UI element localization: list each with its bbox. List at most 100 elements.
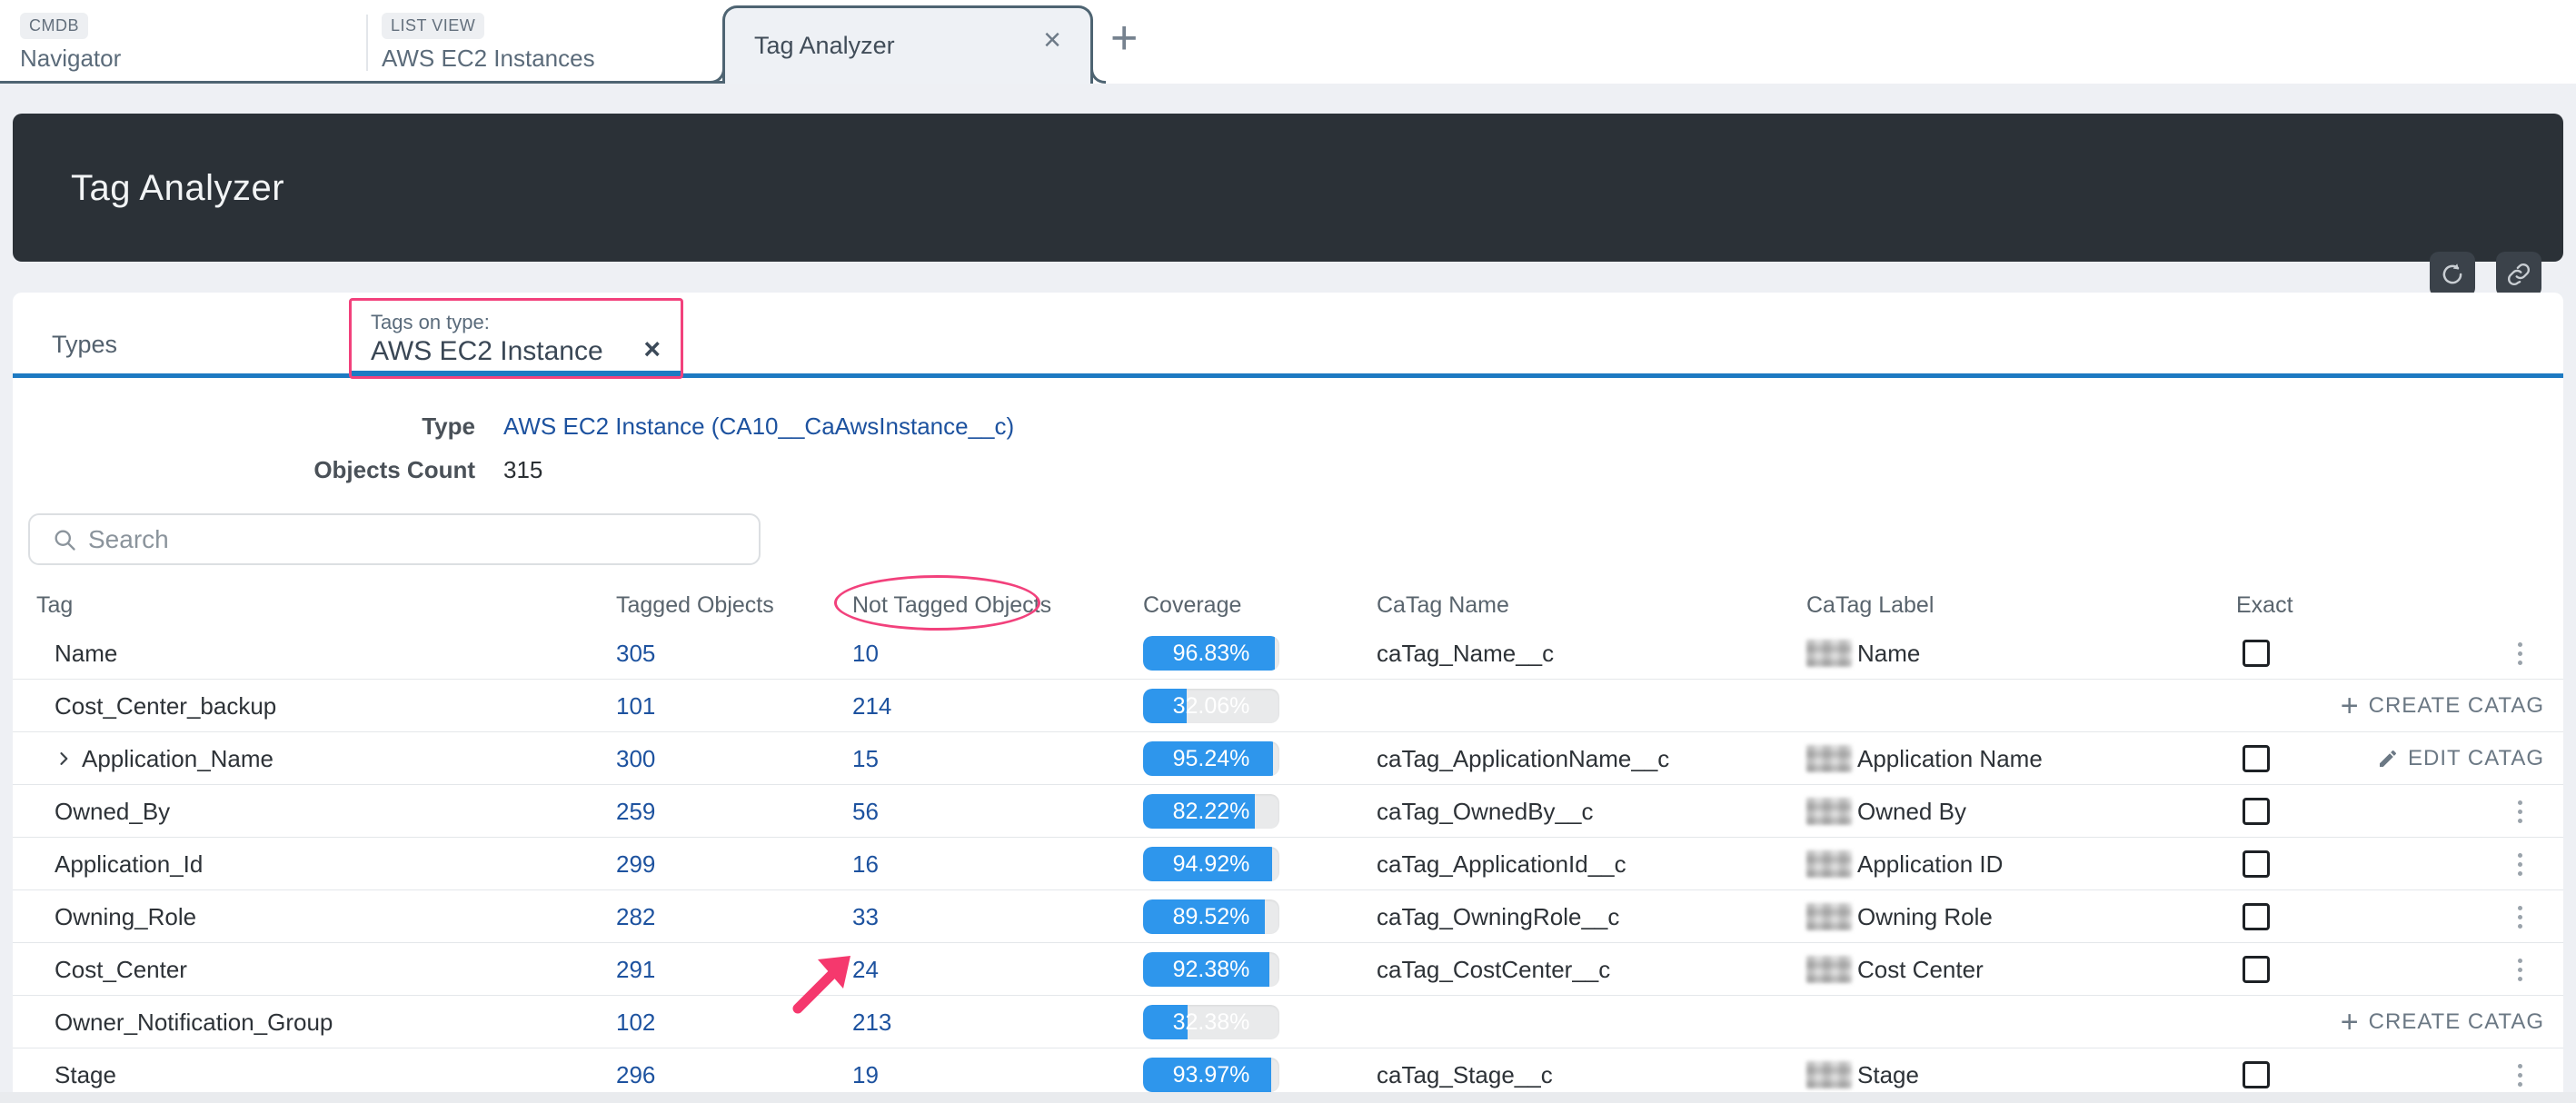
catag-name-cell: caTag_CostCenter__c [1377,943,1610,996]
row-menu-button[interactable] [2506,1064,2533,1087]
tab-title: Tag Analyzer [754,32,895,60]
catag-name: caTag_ApplicationId__c [1377,850,1626,879]
tab-list-view-ec2[interactable]: LIST VIEW AWS EC2 Instances [382,13,595,76]
tagged-objects-link[interactable]: 102 [616,1009,655,1037]
coverage-pill: 82.22% [1143,794,1279,829]
coverage-cell: 82.22% [1143,785,1279,838]
catag-name: caTag_CostCenter__c [1377,956,1610,984]
tab-badge: CMDB [20,13,88,39]
type-value-link[interactable]: AWS EC2 Instance (CA10__CaAwsInstance__c… [503,412,1014,441]
catag-name: caTag_Name__c [1377,640,1554,668]
tag-cell: Application_Id [55,838,203,890]
chip-close-icon[interactable]: × [643,334,661,363]
chip-label: Tags on type: [371,311,490,334]
tagged-objects-link[interactable]: 299 [616,850,655,879]
catag-name-cell: caTag_ApplicationName__c [1377,732,1669,785]
not-tagged-objects-link[interactable]: 10 [852,640,879,668]
catag-name: caTag_Stage__c [1377,1061,1553,1089]
search-box[interactable] [28,513,761,565]
coverage-value: 93.97% [1143,1058,1279,1092]
tab-cmdb-navigator[interactable]: CMDB Navigator [20,13,121,76]
row-action-cell: + CREATE CATAG EDIT CATAG [2217,680,2544,732]
not-tagged-objects-link[interactable]: 214 [852,692,891,720]
tab-types[interactable]: Types [52,331,117,359]
row-menu-button[interactable] [2506,853,2533,876]
create-catag-button[interactable]: + CREATE CATAG [2341,1007,2544,1038]
coverage-value: 32.38% [1143,1005,1279,1039]
table-row: Name 305 10 96.83% caTag_Name__c Name + [13,627,2563,680]
catag-label: Application Name [1857,745,2043,773]
expand-chevron-icon[interactable] [55,750,73,768]
catag-label: Owned By [1857,798,1966,826]
refresh-button[interactable] [2430,252,2475,297]
edit-catag-button[interactable]: EDIT CATAG [2377,746,2544,771]
not-tagged-objects-link[interactable]: 33 [852,903,879,931]
coverage-value: 95.24% [1143,741,1279,776]
tab-title: Navigator [20,45,121,73]
tag-cell: Owning_Role [55,890,196,943]
search-icon [52,527,77,552]
row-action-cell: + CREATE CATAG EDIT CATAG [2217,890,2544,943]
tagged-objects-link[interactable]: 300 [616,745,655,773]
tagged-objects-link[interactable]: 291 [616,956,655,984]
not-tagged-objects-cell: 15 [852,732,879,785]
copy-link-button[interactable] [2496,252,2541,297]
create-catag-button[interactable]: + CREATE CATAG [2341,691,2544,721]
not-tagged-objects-link[interactable]: 24 [852,956,879,984]
refresh-icon [2439,261,2466,288]
tagged-objects-link[interactable]: 296 [616,1061,655,1089]
create-catag-label: CREATE CATAG [2369,1009,2544,1035]
workspace-tab-bar: CMDB Navigator LIST VIEW AWS EC2 Instanc… [0,0,2576,84]
not-tagged-objects-cell: 10 [852,627,879,680]
new-tab-button[interactable]: + [1110,15,1138,62]
coverage-cell: 32.06% [1143,680,1279,732]
tab-tag-analyzer-active[interactable]: Tag Analyzer × [722,5,1093,84]
not-tagged-objects-link[interactable]: 16 [852,850,879,879]
type-label: Type [273,412,475,441]
tab-close-icon[interactable]: × [1043,25,1061,55]
pencil-icon [2377,748,2399,770]
coverage-value: 96.83% [1143,636,1279,671]
table-row: Owned_By 259 56 82.22% caTag_OwnedBy__c … [13,785,2563,838]
table-row: Cost_Center_backup 101 214 32.06% + [13,680,2563,732]
catag-label-redaction [1806,956,1852,983]
catag-label-cell: Application Name [1806,732,2043,785]
row-menu-button[interactable] [2506,906,2533,929]
row-menu-button[interactable] [2506,959,2533,981]
objects-count-label: Objects Count [273,456,475,484]
search-input[interactable] [88,525,724,554]
coverage-value: 82.22% [1143,794,1279,829]
catag-label-cell: Name [1806,627,1920,680]
tab-title: AWS EC2 Instances [382,45,595,73]
tags-on-type-chip[interactable]: Tags on type: AWS EC2 Instance × [351,300,682,373]
coverage-cell: 32.38% [1143,996,1279,1048]
tagged-objects-cell: 102 [616,996,655,1048]
not-tagged-objects-cell: 33 [852,890,879,943]
catag-label-redaction [1806,745,1852,772]
tag-cell: Cost_Center [55,943,187,996]
tag-cell: Owned_By [55,785,170,838]
catag-label: Cost Center [1857,956,1984,984]
tagged-objects-link[interactable]: 282 [616,903,655,931]
coverage-pill: 92.38% [1143,952,1279,987]
coverage-value: 92.38% [1143,952,1279,987]
chip-active-underline [349,371,682,378]
tagged-objects-link[interactable]: 101 [616,692,655,720]
not-tagged-objects-link[interactable]: 15 [852,745,879,773]
row-action-cell: + CREATE CATAG EDIT CATAG [2217,732,2544,785]
coverage-cell: 95.24% [1143,732,1279,785]
coverage-cell: 96.83% [1143,627,1279,680]
catag-label-redaction [1806,903,1852,930]
not-tagged-objects-link[interactable]: 19 [852,1061,879,1089]
chip-value: AWS EC2 Instance [371,336,603,367]
not-tagged-objects-link[interactable]: 213 [852,1009,891,1037]
not-tagged-objects-link[interactable]: 56 [852,798,879,826]
catag-name-cell: caTag_ApplicationId__c [1377,838,1626,890]
row-menu-button[interactable] [2506,800,2533,823]
tagged-objects-link[interactable]: 305 [616,640,655,668]
coverage-pill: 89.52% [1143,899,1279,934]
row-menu-button[interactable] [2506,642,2533,665]
table-body: Name 305 10 96.83% caTag_Name__c Name + [13,627,2563,1101]
table-row: Cost_Center 291 24 92.38% caTag_CostCent… [13,943,2563,996]
tagged-objects-link[interactable]: 259 [616,798,655,826]
